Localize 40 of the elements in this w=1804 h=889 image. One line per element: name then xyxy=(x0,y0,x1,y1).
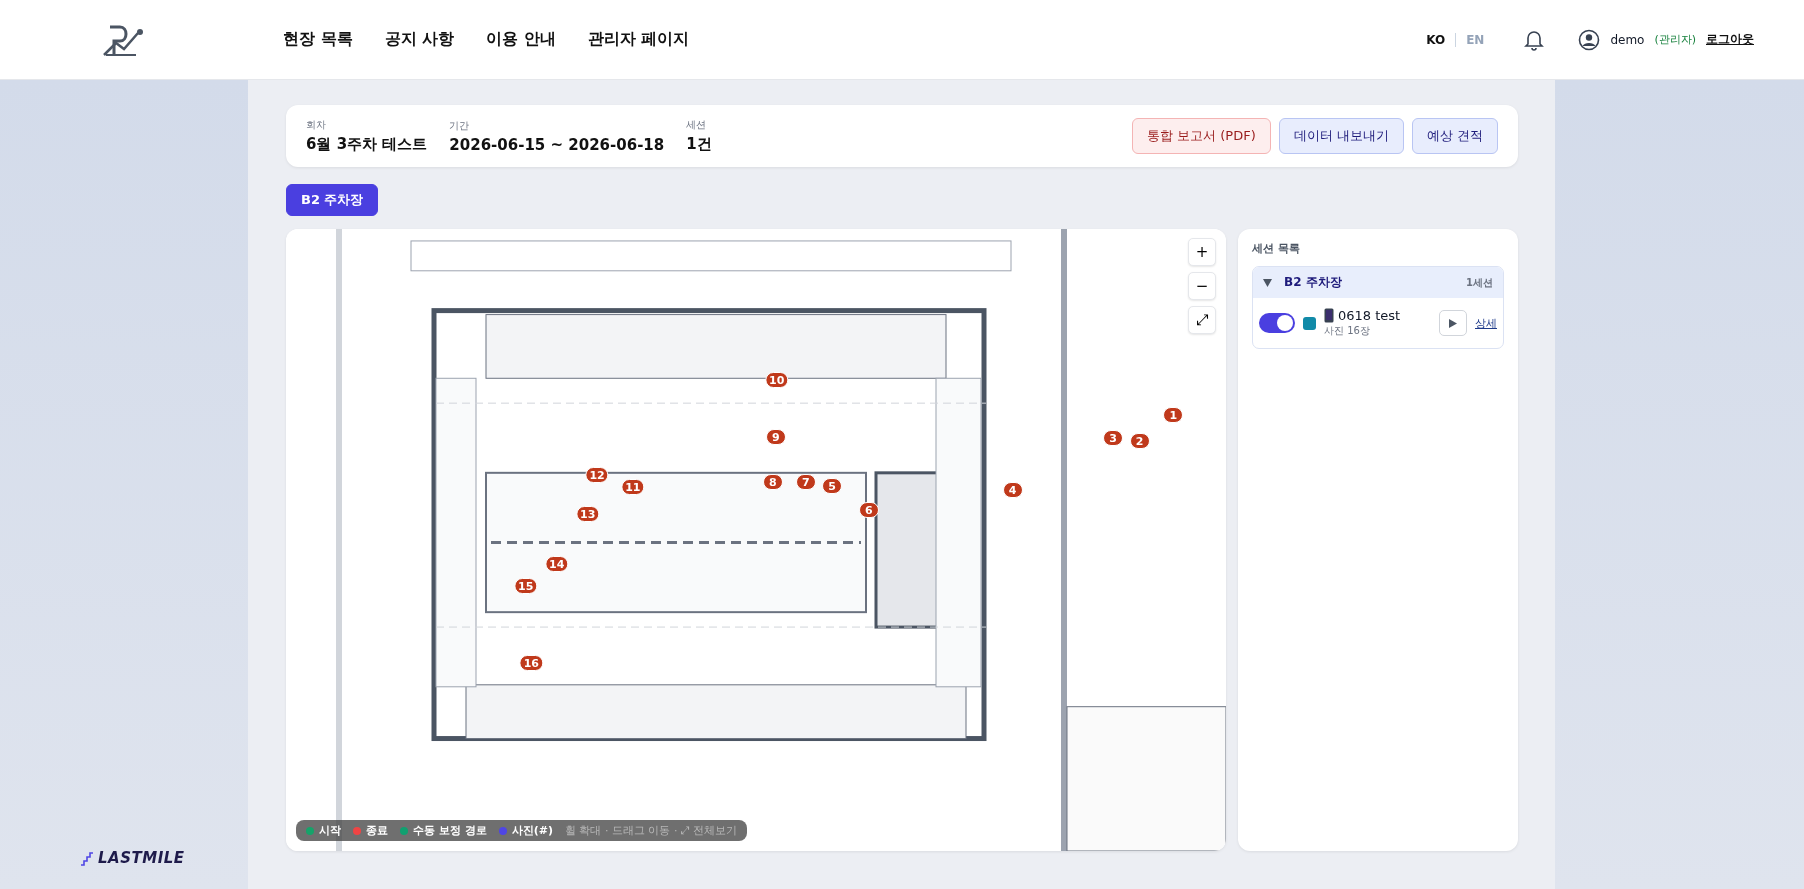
user-icon xyxy=(1578,28,1601,51)
user-name: demo xyxy=(1610,32,1645,47)
zoom-in-button[interactable]: + xyxy=(1188,238,1216,266)
phone-icon xyxy=(1324,308,1334,323)
zoom-out-button[interactable]: − xyxy=(1188,272,1216,300)
field-value: 2026-06-15 ~ 2026-06-18 xyxy=(449,135,665,154)
logout-link[interactable]: 로그아웃 xyxy=(1706,31,1754,48)
field-label: 세션 xyxy=(686,118,708,132)
action-button[interactable]: 예상 견적 xyxy=(1411,118,1498,154)
session-name: 0618 test xyxy=(1338,308,1401,323)
brand-logo: LASTMILE xyxy=(80,849,185,867)
action-button[interactable]: 데이터 내보내기 xyxy=(1278,118,1404,154)
floor-tab[interactable]: B2 주차장 xyxy=(286,184,379,216)
nav-link[interactable]: 공지 사항 xyxy=(384,29,455,50)
report-button[interactable]: 통합 보고서 (PDF) xyxy=(1131,118,1271,154)
field-label: 기간 xyxy=(449,118,471,133)
bell-icon[interactable] xyxy=(1524,28,1545,51)
nav-link[interactable]: 이용 안내 xyxy=(486,29,556,50)
panel-title: 세션 목록 xyxy=(1252,241,1301,256)
group-name: B2 주차장 xyxy=(1284,274,1342,291)
legend-label: 사진(#) xyxy=(511,823,553,838)
play-icon xyxy=(1449,318,1457,328)
legend-label: 시작 xyxy=(319,823,341,838)
nav-link[interactable]: 관리자 페이지 xyxy=(587,29,690,50)
play-button[interactable] xyxy=(1439,310,1467,336)
field-label: 회차 xyxy=(306,118,327,132)
language-option[interactable]: KO xyxy=(1426,32,1446,47)
photo-count: 사진 16장 xyxy=(1324,324,1371,338)
user-role: (관리자) xyxy=(1654,32,1696,47)
session-group-header[interactable]: B2 주차장 1세션 xyxy=(1253,267,1503,298)
nav-link[interactable]: 현장 목록 xyxy=(283,29,353,50)
fit-view-button[interactable]: ⤢ xyxy=(1188,306,1216,334)
map-hint: 휠 확대 · 드래그 이동 · ⤢ 전체보기 xyxy=(564,823,738,838)
legend-label: 종료 xyxy=(366,823,388,838)
detail-link[interactable]: 상세 xyxy=(1475,315,1497,331)
field-value: 1건 xyxy=(686,135,712,154)
field-value: 6월 3주차 테스트 xyxy=(306,135,428,154)
toggle-switch[interactable] xyxy=(1259,313,1295,333)
legend-label: 수동 보정 경로 xyxy=(413,823,487,838)
session-count: 1세션 xyxy=(1466,275,1493,290)
